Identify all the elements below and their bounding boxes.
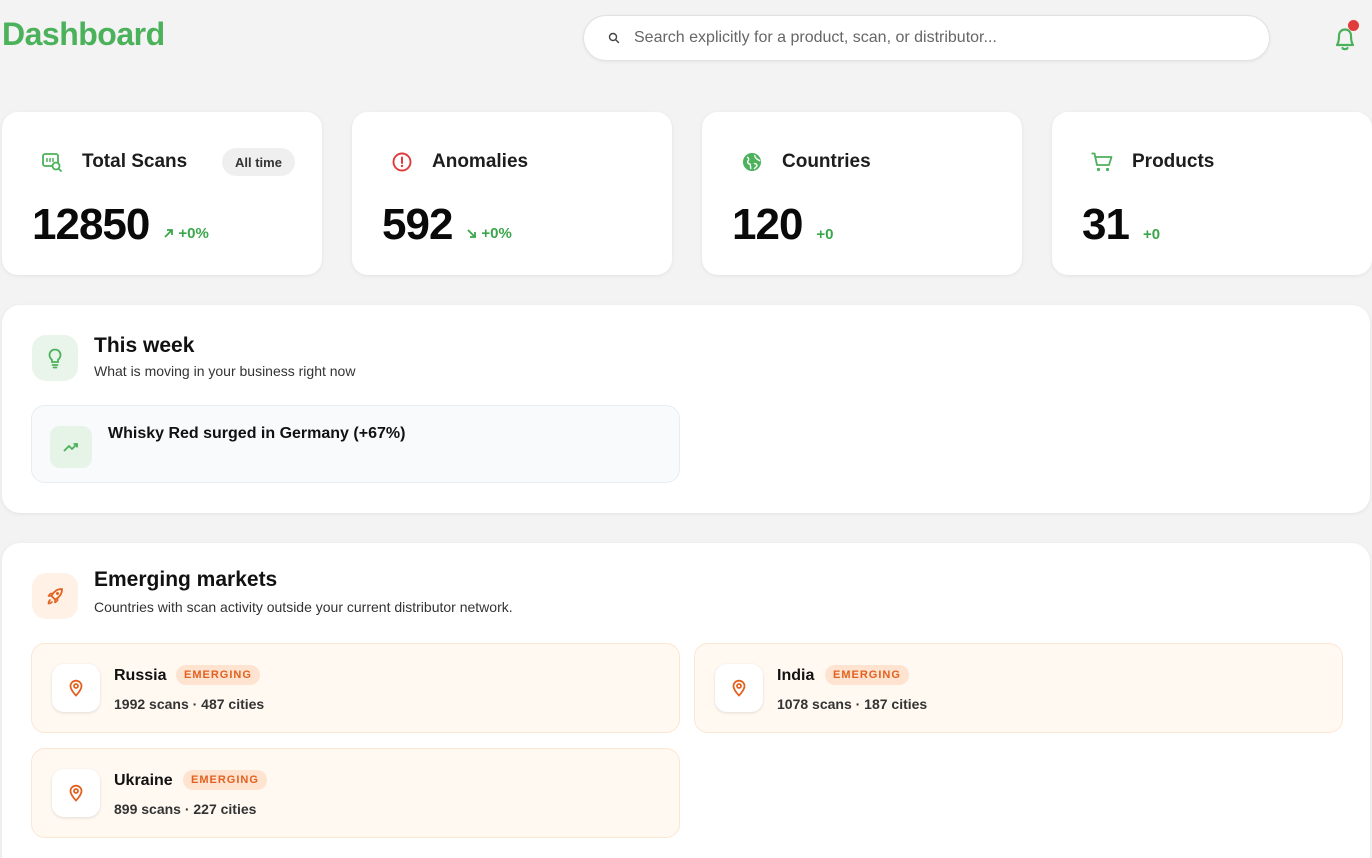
- stat-label: Anomalies: [432, 151, 529, 172]
- search-input[interactable]: [634, 29, 1234, 47]
- market-name: Ukraine: [114, 772, 173, 789]
- market-card-russia[interactable]: Russia EMERGING 1992 scans · 487 cities: [31, 643, 680, 733]
- stat-label: Products: [1132, 151, 1215, 172]
- stat-value: 12850: [32, 200, 150, 249]
- stat-value: 120: [732, 200, 803, 249]
- stat-card-countries[interactable]: Countries 120 +0: [702, 112, 1022, 275]
- map-pin-icon: [715, 664, 763, 712]
- page-title: Dashboard: [2, 16, 165, 52]
- stat-delta-value: +0: [816, 226, 834, 243]
- emerging-badge: EMERGING: [183, 770, 267, 790]
- trend-up-icon: [164, 229, 174, 238]
- scan-icon: [40, 150, 64, 174]
- market-meta: 899 scans · 227 cities: [114, 801, 257, 817]
- trend-down-icon: [467, 229, 477, 238]
- section-subtitle: Countries with scan activity outside you…: [94, 599, 513, 615]
- market-card-ukraine[interactable]: Ukraine EMERGING 899 scans · 227 cities: [31, 748, 680, 838]
- market-meta: 1992 scans · 487 cities: [114, 696, 265, 712]
- stat-value: 592: [382, 200, 453, 249]
- stat-label: Countries: [782, 151, 871, 172]
- market-card-india[interactable]: India EMERGING 1078 scans · 187 cities: [694, 643, 1343, 733]
- notifications-button[interactable]: [1327, 20, 1363, 56]
- this-week-panel: This week What is moving in your busines…: [2, 305, 1370, 513]
- stat-card-anomalies[interactable]: Anomalies 592 +0%: [352, 112, 672, 275]
- time-range-pill[interactable]: All time: [222, 148, 295, 176]
- stat-card-total-scans[interactable]: Total Scans All time 12850 +0%: [2, 112, 322, 275]
- map-pin-icon: [52, 769, 100, 817]
- stat-delta-value: +0: [1142, 226, 1161, 243]
- search-bar[interactable]: [583, 15, 1270, 61]
- market-name: Russia: [114, 667, 167, 684]
- section-title: Emerging markets: [94, 568, 278, 591]
- stat-card-products[interactable]: Products 31 +0: [1052, 112, 1372, 275]
- insight-card[interactable]: Whisky Red surged in Germany (+67%): [31, 405, 680, 483]
- stat-delta-value: +0%: [178, 225, 209, 242]
- alert-circle-icon: [390, 150, 414, 174]
- market-name: India: [777, 667, 815, 684]
- stat-value: 31: [1082, 200, 1130, 249]
- market-meta: 1078 scans · 187 cities: [777, 696, 928, 712]
- cart-icon: [1090, 150, 1114, 174]
- globe-icon: [740, 150, 764, 174]
- lightbulb-icon: [32, 335, 78, 381]
- stat-delta: +0%: [163, 225, 209, 242]
- stat-label: Total Scans: [82, 151, 188, 172]
- insight-text: Whisky Red surged in Germany (+67%): [108, 425, 406, 442]
- emerging-badge: EMERGING: [176, 665, 260, 685]
- search-icon: [608, 32, 620, 44]
- section-subtitle: What is moving in your business right no…: [94, 363, 356, 379]
- stat-delta: +0%: [466, 225, 512, 242]
- trending-up-icon: [50, 426, 92, 468]
- stat-delta-value: +0%: [481, 225, 512, 242]
- map-pin-icon: [52, 664, 100, 712]
- emerging-badge: EMERGING: [825, 665, 909, 685]
- rocket-icon: [32, 573, 78, 619]
- notification-badge: [1348, 20, 1359, 31]
- emerging-markets-panel: Emerging markets Countries with scan act…: [2, 543, 1370, 858]
- section-title: This week: [94, 334, 195, 357]
